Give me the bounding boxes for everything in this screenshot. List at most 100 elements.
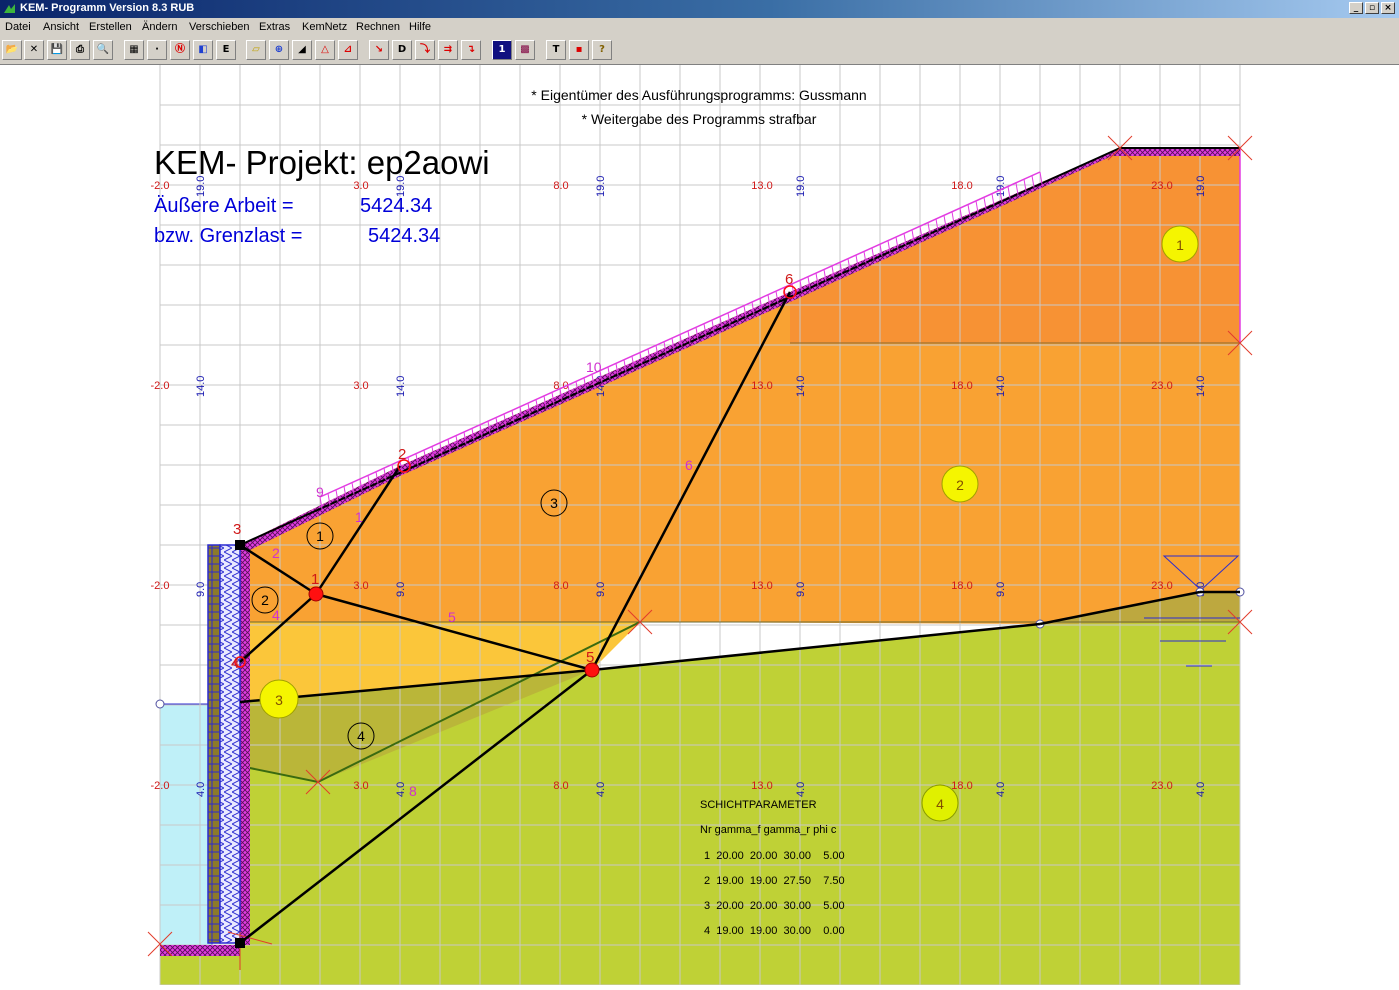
svg-text:5: 5: [586, 649, 594, 666]
node-n-icon[interactable]: Ⓝ: [170, 40, 190, 60]
menu-hilfe[interactable]: Hilfe: [409, 21, 431, 33]
x-grid-label: 3.0: [353, 180, 368, 192]
svg-text:4: 4: [357, 728, 365, 744]
x-grid-label: -2.0: [151, 180, 170, 192]
title-bar: KEM- Programm Version 8.3 RUB _ ▫ ×: [0, 0, 1399, 18]
menu-erstellen[interactable]: Erstellen: [89, 21, 132, 33]
x-grid-label: 8.0: [553, 180, 568, 192]
e-icon[interactable]: E: [216, 40, 236, 60]
slope-drawing[interactable]: -2.0 3.0 8.0 13.0 18.0 23.019.0 19.0 19.0 19.0 19…: [0, 65, 1399, 986]
line-arrow-icon[interactable]: ⤵: [415, 40, 435, 60]
menu-aendern[interactable]: Ändern: [142, 21, 177, 33]
drawing-canvas[interactable]: -2.0 3.0 8.0 13.0 18.0 23.0 19.0 19.0 19.0 19.0 19…: [0, 65, 1399, 986]
y-grid-label: 14.0: [1195, 376, 1207, 397]
table-title: SCHICHTPARAMETER: [700, 799, 817, 811]
close-window-button[interactable]: ×: [1381, 2, 1395, 14]
x-grid-label: 3.0: [353, 580, 368, 592]
menu-kemnetz[interactable]: KemNetz: [302, 21, 347, 33]
x-grid-label: 18.0: [951, 580, 972, 592]
minimize-button[interactable]: _: [1349, 2, 1363, 14]
color-grid-icon[interactable]: ▪: [569, 40, 589, 60]
x-grid-label: 18.0: [951, 180, 972, 192]
d-arrow-icon[interactable]: D: [392, 40, 412, 60]
y-grid-label: 19.0: [795, 176, 807, 197]
svg-text:1: 1: [316, 528, 324, 544]
x-grid-label: 23.0: [1151, 180, 1172, 192]
menu-rechnen[interactable]: Rechnen: [356, 21, 400, 33]
menu-datei[interactable]: Datei: [5, 21, 31, 33]
slope-icon[interactable]: ◢: [292, 40, 312, 60]
y-grid-label: 14.0: [795, 376, 807, 397]
project-title: KEM- Projekt: ep2aowi: [154, 144, 490, 181]
x-grid-label: -2.0: [151, 380, 170, 392]
menu-extras[interactable]: Extras: [259, 21, 290, 33]
menu-ansicht[interactable]: Ansicht: [43, 21, 79, 33]
svg-text:2: 2: [956, 477, 964, 493]
print-preview-icon[interactable]: 🔍: [93, 40, 113, 60]
x-grid-label: 23.0: [1151, 780, 1172, 792]
y-grid-label: 14.0: [395, 376, 407, 397]
help-icon[interactable]: ?: [592, 40, 612, 60]
x-grid-label: 3.0: [353, 380, 368, 392]
open-folder-icon[interactable]: 📂: [2, 40, 22, 60]
y-grid-label: 4.0: [795, 782, 807, 797]
text-icon[interactable]: T: [546, 40, 566, 60]
base-hatch: [160, 945, 240, 956]
x-grid-label: 13.0: [751, 380, 772, 392]
x-grid-label: 3.0: [353, 780, 368, 792]
zoom-icon[interactable]: ⊕: [269, 40, 289, 60]
one-icon[interactable]: 1: [492, 40, 512, 60]
work-label: Äußere Arbeit =: [154, 195, 294, 217]
x-grid-label: 13.0: [751, 780, 772, 792]
y-grid-label: 9.0: [995, 582, 1007, 597]
svg-text:4: 4: [936, 796, 944, 812]
load-tick: [1031, 175, 1035, 188]
wall-face-hatch: [240, 545, 250, 945]
node-base: [235, 938, 245, 948]
table-row: 1 20.00 20.00 30.00 5.00: [704, 850, 845, 862]
node-1: [308, 586, 324, 602]
svg-text:3: 3: [233, 521, 241, 538]
soil-layers: [159, 148, 1240, 985]
arrow-down-icon[interactable]: ↘: [369, 40, 389, 60]
table-row: 3 20.00 20.00 30.00 5.00: [704, 900, 845, 912]
layer-color-icon[interactable]: ◧: [193, 40, 213, 60]
svg-text:3: 3: [550, 495, 558, 511]
menu-bar: Datei Ansicht Erstellen Ändern Verschieb…: [0, 18, 1399, 37]
window-title: KEM- Programm Version 8.3 RUB: [20, 2, 195, 14]
menu-verschieben[interactable]: Verschieben: [189, 21, 250, 33]
svg-text:10: 10: [586, 359, 602, 375]
print-icon[interactable]: ⎙: [70, 40, 90, 60]
x-grid-label: 13.0: [751, 180, 772, 192]
limit-label: bzw. Grenzlast =: [154, 225, 302, 247]
restore-button[interactable]: ▫: [1365, 2, 1379, 14]
y-grid-label: 4.0: [395, 782, 407, 797]
grid-icon[interactable]: ▦: [124, 40, 144, 60]
svg-text:1: 1: [311, 571, 319, 588]
y-grid-label: 9.0: [595, 582, 607, 597]
close-icon[interactable]: ✕: [24, 40, 44, 60]
line-corner-icon[interactable]: ↴: [461, 40, 481, 60]
notice-line-2: * Weitergabe des Programms strafbar: [582, 111, 817, 127]
line-double-icon[interactable]: ⇉: [438, 40, 458, 60]
svg-text:4: 4: [231, 655, 239, 672]
x-grid-label: 13.0: [751, 580, 772, 592]
y-grid-label: 9.0: [795, 582, 807, 597]
x-grid-label: 8.0: [553, 580, 568, 592]
table-row: 4 19.00 19.00 30.00 0.00: [704, 925, 845, 937]
load-icon[interactable]: ▱: [246, 40, 266, 60]
toolbar: 📂 ✕ 💾 ⎙ 🔍 ▦ · Ⓝ ◧ E ▱ ⊕ ◢ △ ⊿ ↘ D ⤵ ⇉ ↴ …: [0, 37, 1399, 65]
table-row: 2 19.00 19.00 27.50 7.50: [704, 875, 845, 887]
y-grid-label: 4.0: [995, 782, 1007, 797]
save-icon[interactable]: 💾: [47, 40, 67, 60]
svg-text:9: 9: [316, 484, 324, 500]
y-grid-label: 14.0: [195, 376, 207, 397]
triangle-icon[interactable]: △: [315, 40, 335, 60]
x-grid-label: -2.0: [151, 580, 170, 592]
y-grid-label: 4.0: [595, 782, 607, 797]
triangle-select-icon[interactable]: ⊿: [338, 40, 358, 60]
y-grid-label: 4.0: [195, 782, 207, 797]
svg-text:8: 8: [409, 783, 417, 799]
point-icon[interactable]: ·: [147, 40, 167, 60]
matrix-icon[interactable]: ▩: [515, 40, 535, 60]
